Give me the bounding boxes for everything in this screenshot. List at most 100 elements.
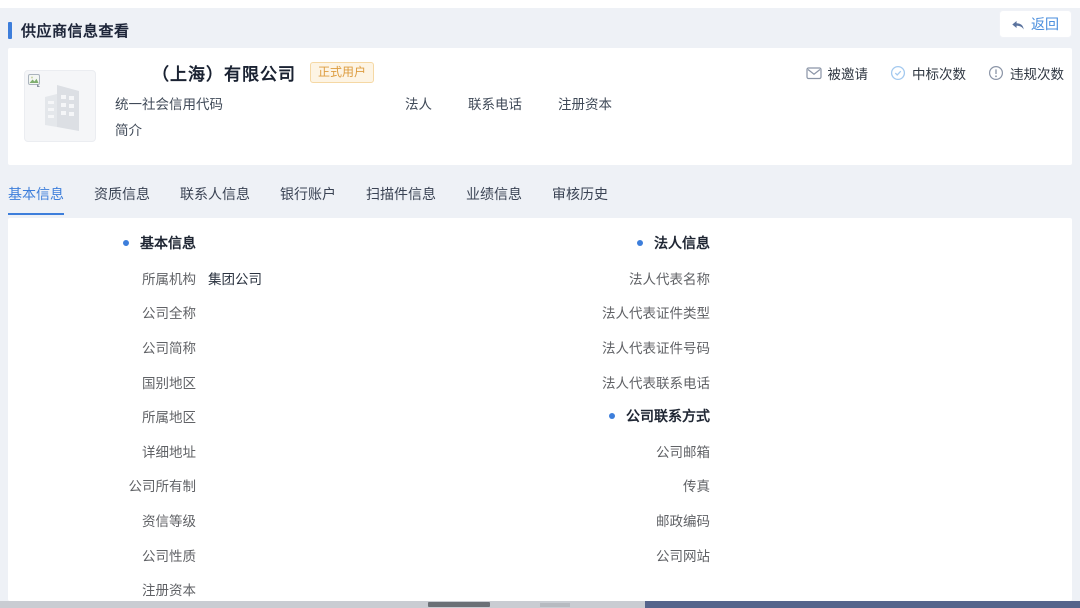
- company-logo: [24, 70, 96, 142]
- label-area: 公司全称: [78, 302, 196, 322]
- field-row: 所属地区: [78, 399, 538, 434]
- section-bullet-icon: [609, 413, 615, 419]
- tab-qualification-info[interactable]: 资质信息: [94, 184, 150, 215]
- company-card: （上海）有限公司 正式用户 统一社会信用代码 法人 联系电话 注册资本 简介 被…: [8, 48, 1072, 165]
- stat-invited[interactable]: 被邀请: [806, 63, 869, 83]
- label-area: 资信等级: [78, 510, 196, 530]
- tab-contact-person[interactable]: 联系人信息: [180, 184, 250, 215]
- field-row: 国别地区: [78, 364, 538, 399]
- label-area: 注册资本: [78, 579, 196, 599]
- field-label: 公司全称: [142, 302, 196, 322]
- field-row: 公司性质: [78, 537, 538, 572]
- legal-person-label: 法人: [405, 93, 432, 113]
- label-area: 法人代表名称: [592, 268, 710, 288]
- field-label: 法人代表证件类型: [602, 302, 710, 322]
- company-name-row: （上海）有限公司 正式用户: [152, 60, 374, 85]
- field-label: 公司简称: [142, 337, 196, 357]
- field-label: 所属地区: [142, 406, 196, 426]
- credit-code-label: 统一社会信用代码: [115, 93, 223, 113]
- field-row: 注册资本: [78, 572, 538, 601]
- tab-scan-files[interactable]: 扫描件信息: [366, 184, 436, 215]
- section-title: 公司联系方式: [626, 406, 710, 426]
- field-row: 法人代表名称: [592, 261, 1052, 296]
- back-arrow-icon: [1010, 18, 1025, 31]
- field-label: 公司所有制: [129, 475, 197, 495]
- registered-capital-label: 注册资本: [558, 93, 612, 113]
- section-bullet-icon: [637, 240, 643, 246]
- field-row: 公司全称: [78, 295, 538, 330]
- back-button-label: 返回: [1031, 14, 1059, 34]
- label-area: 国别地区: [78, 372, 196, 392]
- basic-info-column: 基本信息所属机构集团公司公司全称公司简称国别地区所属地区详细地址公司所有制资信等…: [78, 226, 538, 601]
- field-label: 法人代表名称: [629, 268, 710, 288]
- company-name: （上海）有限公司: [152, 60, 296, 85]
- circle-check-icon: [890, 65, 906, 81]
- tab-audit-history[interactable]: 审核历史: [552, 184, 608, 215]
- field-label: 公司性质: [142, 545, 196, 565]
- field-value: 集团公司: [208, 268, 262, 288]
- label-area: 所属机构: [78, 268, 196, 288]
- bottom-strip-smudge: [540, 603, 570, 607]
- label-area: 法人信息: [592, 233, 710, 253]
- section-header-row: 公司联系方式: [592, 399, 1052, 434]
- section-header-row: 法人信息: [592, 226, 1052, 261]
- tab-performance-info[interactable]: 业绩信息: [466, 184, 522, 215]
- section-title: 基本信息: [140, 233, 196, 253]
- intro-label: 简介: [115, 119, 142, 139]
- stat-violation-count[interactable]: 违规次数: [988, 63, 1064, 83]
- field-label: 法人代表证件号码: [602, 337, 710, 357]
- circle-warning-icon: [988, 65, 1004, 81]
- field-label: 注册资本: [142, 579, 196, 599]
- label-area: 公司性质: [78, 545, 196, 565]
- field-row: 公司网站: [592, 537, 1052, 572]
- field-row: 资信等级: [78, 503, 538, 538]
- label-area: 所属地区: [78, 406, 196, 426]
- field-label: 国别地区: [142, 372, 196, 392]
- field-row: 法人代表证件号码: [592, 330, 1052, 365]
- section-header-row: 基本信息: [78, 226, 538, 261]
- label-area: 公司邮箱: [592, 441, 710, 461]
- bottom-window-strip: [0, 601, 1080, 608]
- section-title: 法人信息: [654, 233, 710, 253]
- label-area: 法人代表证件号码: [592, 337, 710, 357]
- field-label: 法人代表联系电话: [602, 372, 710, 392]
- tab-bank-account[interactable]: 银行账户: [280, 184, 336, 215]
- building-icon: [39, 83, 85, 133]
- field-row: 邮政编码: [592, 503, 1052, 538]
- label-area: 公司所有制: [78, 475, 196, 495]
- field-label: 资信等级: [142, 510, 196, 530]
- field-row: 详细地址: [78, 434, 538, 469]
- content-panel: 基本信息所属机构集团公司公司全称公司简称国别地区所属地区详细地址公司所有制资信等…: [8, 218, 1072, 601]
- bottom-strip-dark-segment: [645, 601, 1080, 608]
- field-row: 法人代表联系电话: [592, 364, 1052, 399]
- label-area: 详细地址: [78, 441, 196, 461]
- back-button[interactable]: 返回: [999, 10, 1072, 38]
- contact-phone-label: 联系电话: [468, 93, 522, 113]
- field-label: 公司邮箱: [656, 441, 710, 461]
- field-label: 所属机构: [142, 268, 196, 288]
- stat-label: 被邀请: [828, 63, 869, 83]
- field-label: 详细地址: [142, 441, 196, 461]
- field-row: 传真: [592, 468, 1052, 503]
- label-area: 公司简称: [78, 337, 196, 357]
- field-row: 公司简称: [78, 330, 538, 365]
- stat-label: 违规次数: [1010, 63, 1064, 83]
- field-row: 公司所有制: [78, 468, 538, 503]
- label-area: 公司网站: [592, 545, 710, 565]
- page-header: 供应商信息查看: [8, 18, 130, 42]
- legal-info-column: 法人信息法人代表名称法人代表证件类型法人代表证件号码法人代表联系电话公司联系方式…: [592, 226, 1052, 572]
- label-area: 法人代表证件类型: [592, 302, 710, 322]
- tab-basic-info[interactable]: 基本信息: [8, 184, 64, 215]
- company-stats-row: 被邀请 中标次数 违规次数: [806, 63, 1065, 83]
- stat-win-count[interactable]: 中标次数: [890, 63, 966, 83]
- envelope-icon: [806, 66, 822, 80]
- bottom-strip-smudge: [428, 602, 490, 607]
- field-row: 公司邮箱: [592, 434, 1052, 469]
- tab-bar: 基本信息资质信息联系人信息银行账户扫描件信息业绩信息审核历史: [8, 184, 608, 215]
- field-label: 传真: [683, 475, 710, 495]
- label-area: 基本信息: [78, 233, 196, 253]
- page-title: 供应商信息查看: [21, 20, 130, 41]
- label-area: 传真: [592, 475, 710, 495]
- field-label: 公司网站: [656, 545, 710, 565]
- section-bullet-icon: [123, 240, 129, 246]
